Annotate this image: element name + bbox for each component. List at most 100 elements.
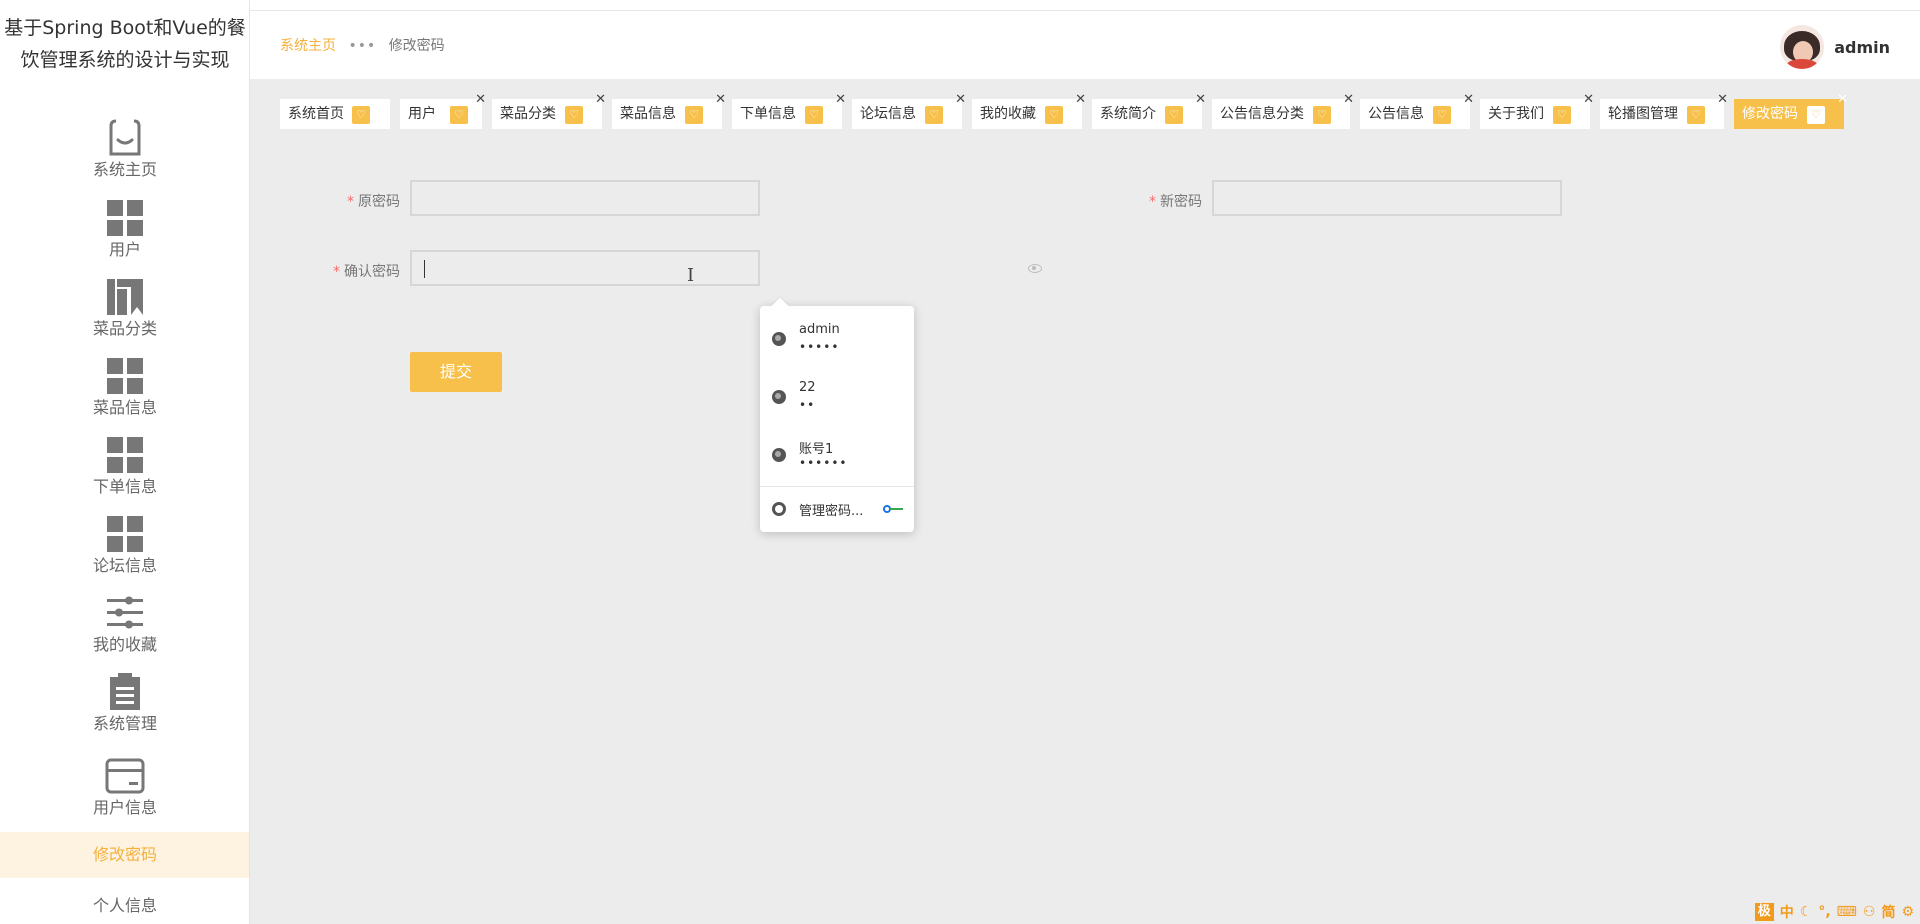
sidebar-item-label: 菜品分类 (92, 319, 157, 338)
tab-forum[interactable]: 论坛信息 ♡ ✕ (852, 93, 966, 129)
saved-password-mask: •• (799, 398, 816, 412)
heart-icon: ♡ (805, 106, 823, 124)
user-name[interactable]: admin (1834, 38, 1890, 57)
heart-icon: ♡ (685, 106, 703, 124)
tab-notice[interactable]: 公告信息 ♡ ✕ (1360, 93, 1474, 129)
ime-mode[interactable]: 中 (1780, 902, 1794, 922)
close-icon[interactable]: ✕ (1343, 93, 1354, 107)
confirm-password-field[interactable] (410, 250, 760, 286)
gear-icon[interactable]: ⚙ (1901, 904, 1914, 920)
tab-label: 论坛信息 (860, 106, 916, 122)
close-icon[interactable]: ✕ (1463, 93, 1474, 107)
sidebar-item-favorites[interactable]: 我的收藏 (0, 593, 249, 655)
password-autofill-popup: admin ••••• 22 •• 账号1 •••••• 管理密码... (760, 306, 914, 532)
heart-icon: ♡ (1687, 106, 1705, 124)
tab-home[interactable]: 系统首页 ♡ (280, 99, 390, 129)
user-icon[interactable]: ⚇ (1863, 904, 1876, 920)
close-icon[interactable]: ✕ (835, 93, 846, 107)
old-password-field[interactable] (410, 180, 760, 216)
eye-icon[interactable] (1028, 264, 1042, 273)
input-caret (424, 260, 425, 278)
tab-label: 系统首页 (288, 106, 344, 122)
saved-password-item[interactable]: 22 •• (760, 368, 914, 424)
breadcrumb-separator: ••• (348, 38, 377, 54)
submit-button[interactable]: 提交 (410, 352, 502, 392)
tab-label: 修改密码 (1742, 106, 1798, 122)
submenu-item-profile[interactable]: 个人信息 (0, 883, 249, 924)
user-menu[interactable]: admin (1780, 25, 1890, 69)
sidebar-item-user-info[interactable]: 用户信息 (0, 756, 249, 818)
heart-icon: ♡ (1553, 106, 1571, 124)
new-password-label: * 新密码 (1149, 194, 1202, 210)
globe-icon (772, 332, 786, 346)
sidebar-item-label: 系统管理 (92, 714, 157, 733)
tab-favorites[interactable]: 我的收藏 ♡ ✕ (972, 93, 1086, 129)
sidebar-item-home[interactable]: 系统主页 (0, 118, 249, 180)
close-icon[interactable]: ✕ (715, 93, 726, 107)
close-icon[interactable]: ✕ (1717, 93, 1728, 107)
grid-icon (105, 356, 145, 396)
tab-notice-category[interactable]: 公告信息分类 ♡ ✕ (1212, 93, 1354, 129)
tab-about-us[interactable]: 关于我们 ♡ ✕ (1480, 93, 1594, 129)
tab-label: 系统简介 (1100, 106, 1156, 122)
sidebar-item-dish-info[interactable]: 菜品信息 (0, 356, 249, 418)
close-icon[interactable]: ✕ (1837, 93, 1848, 107)
avatar[interactable] (1780, 25, 1825, 69)
ime-toolbar[interactable]: 极 中 ☾ °, ⌨ ⚇ 简 ⚙ (1754, 902, 1914, 922)
sidebar-item-system[interactable]: 系统管理 (0, 672, 249, 734)
tab-dish-info[interactable]: 菜品信息 ♡ ✕ (612, 93, 726, 129)
keyboard-icon[interactable]: ⌨ (1837, 904, 1857, 920)
tab-label: 公告信息分类 (1220, 106, 1304, 122)
sidebar-item-user[interactable]: 用户 (0, 198, 249, 260)
sidebar-item-forum[interactable]: 论坛信息 (0, 514, 249, 576)
key-icon (883, 505, 905, 513)
app-title: 基于Spring Boot和Vue的餐饮管理系统的设计与实现 (4, 17, 246, 71)
sidebar-item-orders[interactable]: 下单信息 (0, 435, 249, 497)
tab-carousel[interactable]: 轮播图管理 ♡ ✕ (1600, 93, 1728, 129)
new-password-field[interactable] (1212, 180, 1562, 216)
grid-icon (105, 435, 145, 475)
close-icon[interactable]: ✕ (595, 93, 606, 107)
tab-about-system[interactable]: 系统简介 ♡ ✕ (1092, 93, 1206, 129)
heart-icon: ♡ (450, 106, 468, 124)
tab-user[interactable]: 用户 ♡ ✕ (400, 93, 486, 129)
ime-logo[interactable]: 极 (1754, 903, 1774, 921)
saved-password-item[interactable]: admin ••••• (760, 310, 914, 366)
tab-change-password[interactable]: 修改密码 ♡ ✕ (1734, 93, 1848, 129)
punctuation-icon[interactable]: °, (1818, 904, 1830, 920)
heart-icon: ♡ (1045, 106, 1063, 124)
heart-icon: ♡ (565, 106, 583, 124)
tab-label: 我的收藏 (980, 106, 1036, 122)
heart-icon: ♡ (1807, 106, 1825, 124)
tab-label: 公告信息 (1368, 106, 1424, 122)
sidebar-item-label: 菜品信息 (92, 398, 157, 417)
chrome-icon (772, 502, 786, 516)
close-icon[interactable]: ✕ (955, 93, 966, 107)
submenu-item-change-password[interactable]: 修改密码 (0, 832, 249, 878)
heart-icon: ♡ (1433, 106, 1451, 124)
ime-script[interactable]: 简 (1881, 902, 1895, 922)
globe-icon (772, 448, 786, 462)
sidebar-item-label: 下单信息 (92, 477, 157, 496)
clipboard-icon (105, 672, 145, 712)
sidebar-item-label: 用户信息 (92, 798, 157, 817)
bag-smile-icon (105, 118, 145, 158)
close-icon[interactable]: ✕ (1583, 93, 1594, 107)
close-icon[interactable]: ✕ (475, 93, 486, 107)
close-icon[interactable]: ✕ (1195, 93, 1206, 107)
sidebar-item-dish-category[interactable]: 菜品分类 (0, 277, 249, 339)
moon-icon[interactable]: ☾ (1800, 904, 1813, 920)
saved-password-item[interactable]: 账号1 •••••• (760, 426, 914, 482)
manage-passwords-item[interactable]: 管理密码... (760, 490, 914, 526)
tab-label: 菜品信息 (620, 106, 676, 122)
tab-dish-category[interactable]: 菜品分类 ♡ ✕ (492, 93, 606, 129)
tab-orders[interactable]: 下单信息 ♡ ✕ (732, 93, 846, 129)
divider (760, 486, 914, 487)
saved-username: 账号1 (799, 442, 834, 457)
breadcrumb-home[interactable]: 系统主页 (280, 38, 336, 54)
close-icon[interactable]: ✕ (1075, 93, 1086, 107)
breadcrumb-current: 修改密码 (388, 38, 445, 54)
saved-username: admin (799, 322, 840, 337)
bookmarks-icon (105, 277, 145, 317)
sidebar-item-label: 用户 (108, 240, 141, 259)
